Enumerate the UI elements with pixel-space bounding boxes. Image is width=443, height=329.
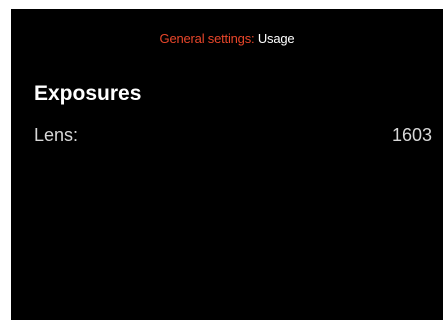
camera-screen: General settings: Usage Exposures Lens: … <box>11 9 443 320</box>
usage-row-value: 1603 <box>391 124 432 145</box>
usage-row-label: Lens: <box>34 124 79 145</box>
settings-category-label: General settings: <box>159 31 255 46</box>
usage-row-lens: Lens: 1603 <box>34 122 432 148</box>
section-heading-exposures: Exposures <box>34 82 142 105</box>
settings-page-label: Usage <box>257 31 295 46</box>
page-title: General settings: Usage <box>11 31 443 46</box>
